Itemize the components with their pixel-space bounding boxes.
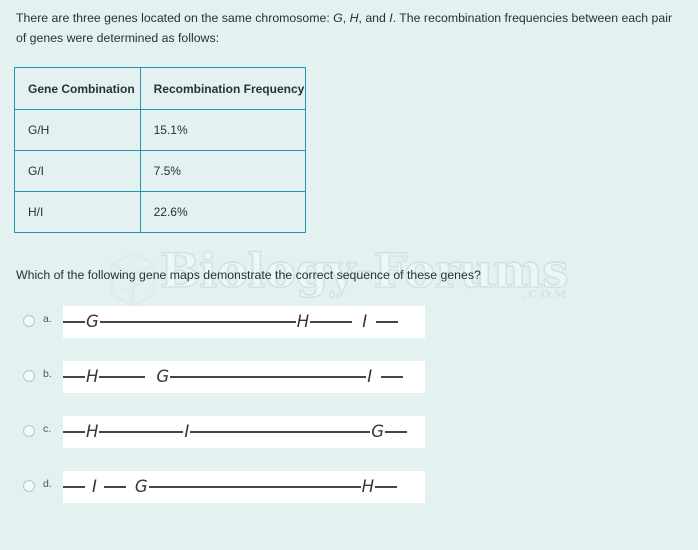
gene-map-segment [148,486,361,488]
gene-map-diagram: HGI [63,361,425,393]
cell-gene-combination: G/I [14,150,141,192]
column-header-gene-combination: Gene Combination [14,67,141,110]
cell-gene-combination: H/I [14,191,141,233]
stem-separator-1: , [342,11,350,25]
table-row: H/I 22.6% [14,191,307,233]
gene-map-label: G [86,311,99,331]
gene-map-label: I [92,476,97,496]
gene-map-segment [103,486,126,488]
radio-button-b[interactable] [23,370,35,382]
question-stem: There are three genes located on the sam… [16,8,678,48]
table-row: G/H 15.1% [14,109,307,151]
option-letter: d. [43,478,52,490]
gene-map-label: G [134,476,148,496]
gene-map-image-d[interactable]: IGH [63,471,425,503]
gene-map-label: G [156,366,170,386]
recombination-frequency-table: Gene Combination Recombination Frequency… [14,67,307,233]
gene-map-image-b[interactable]: HGI [63,361,425,393]
gene-map-label: H [296,311,310,331]
cell-recombination-frequency: 7.5% [139,150,307,192]
option-row-a[interactable]: a. G H I [0,306,698,342]
table-row: G/I 7.5% [14,150,307,192]
cell-recombination-frequency: 15.1% [139,109,307,151]
gene-map-segment [375,486,398,488]
table-header-row: Gene Combination Recombination Frequency [14,67,307,110]
gene-map-segment [385,431,408,433]
gene-map-segment [63,486,85,488]
option-letter: b. [43,368,52,380]
watermark-dotcom: .COM [521,288,570,301]
gene-map-image-a[interactable]: G H I [63,306,425,338]
option-row-b[interactable]: b. H G I [0,361,698,397]
gene-map-segment [190,431,371,433]
gene-map-segment [99,431,184,433]
gene-map-label: G [371,421,385,441]
gene-name-g: G [333,11,343,25]
option-letter: c. [43,423,52,435]
cell-recombination-frequency: 22.6% [139,191,307,233]
column-header-recombination-frequency: Recombination Frequency [139,67,307,110]
option-row-c[interactable]: c. H I G [0,416,698,452]
gene-map-segment [376,321,399,323]
gene-map-label: H [86,366,99,386]
stem-separator-2: , and [358,11,390,25]
gene-map-label: H [86,421,99,441]
gene-map-label: I [184,421,190,441]
gene-map-segment [99,321,296,323]
question-prompt: Which of the following gene maps demonst… [16,268,481,282]
radio-button-d[interactable] [23,480,35,492]
cell-gene-combination: G/H [14,109,141,151]
gene-map-segment [63,431,85,433]
gene-map-segment [63,376,85,378]
gene-map-label: I [362,311,368,331]
option-letter: a. [43,313,52,325]
gene-map-image-c[interactable]: HIG [63,416,425,448]
gene-map-label: I [367,366,373,386]
gene-map-segment [310,321,353,323]
radio-button-c[interactable] [23,425,35,437]
gene-map-diagram: HIG [63,416,425,448]
gene-map-diagram: G H I [63,306,425,338]
gene-map-segment [381,376,404,378]
gene-map-segment [63,321,85,323]
radio-button-a[interactable] [23,315,35,327]
gene-map-segment [170,376,367,378]
gene-map-diagram: IGH [63,471,425,503]
gene-map-segment [99,376,146,378]
stem-text-part1: There are three genes located on the sam… [16,11,334,25]
gene-map-label: H [361,476,375,496]
option-row-d[interactable]: d. I G H [0,471,698,507]
